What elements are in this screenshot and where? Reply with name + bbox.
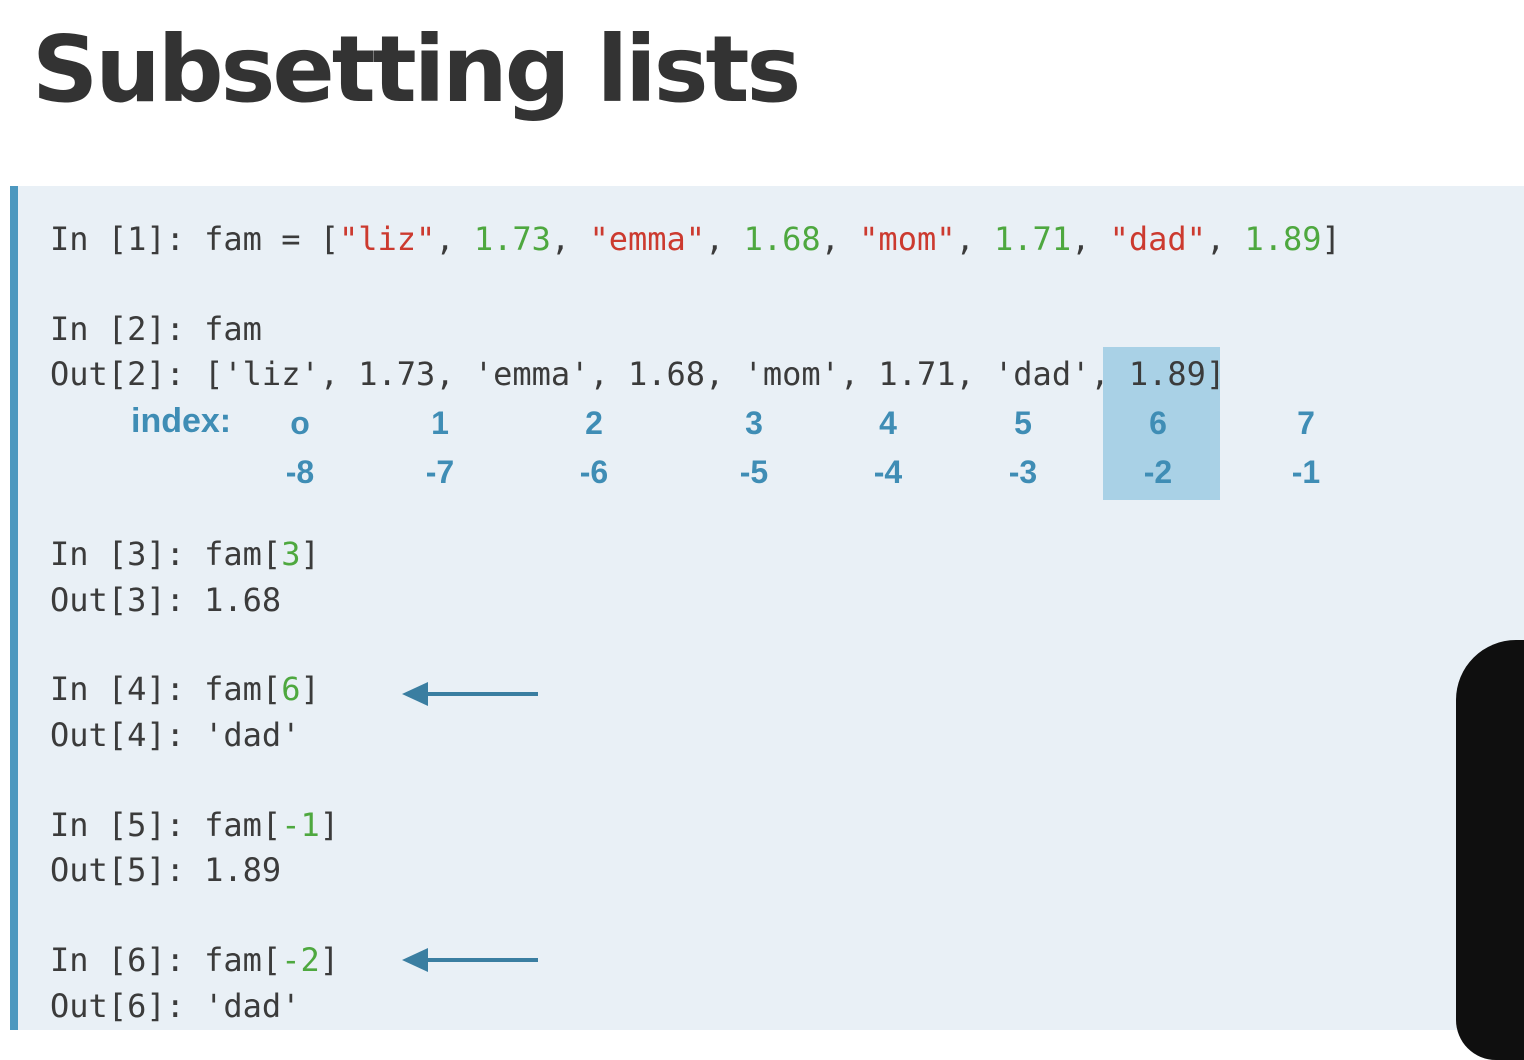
index-label: index: bbox=[131, 402, 232, 440]
code-line-in2: In [2]: fam bbox=[50, 310, 262, 348]
in1-token: , bbox=[705, 220, 744, 258]
in5-close: ] bbox=[319, 806, 339, 844]
in1-token: "liz" bbox=[338, 220, 436, 258]
positive-index-value: 3 bbox=[745, 405, 763, 441]
positive-index-value: o bbox=[290, 405, 310, 441]
in5-prompt: In [5]: fam[ bbox=[50, 806, 282, 844]
code-line-in6: In [6]: fam[-2] bbox=[50, 944, 339, 976]
positive-index-value: 7 bbox=[1297, 405, 1315, 441]
in1-token: 1.89 bbox=[1244, 220, 1322, 258]
in1-token: , bbox=[955, 220, 995, 258]
in3-close: ] bbox=[300, 535, 320, 573]
negative-index-value: -4 bbox=[873, 454, 903, 490]
in4-prompt: In [4]: fam[ bbox=[50, 670, 282, 708]
negative-index-value: -2 bbox=[1143, 454, 1173, 490]
panel-accent-bar bbox=[10, 186, 18, 1030]
in1-token: 1.68 bbox=[743, 220, 821, 258]
code-line-out5: Out[5]: 1.89 bbox=[50, 851, 282, 889]
in1-token: , bbox=[820, 220, 860, 258]
in3-arg: 3 bbox=[281, 535, 301, 573]
in1-prompt: In [1]: bbox=[50, 220, 205, 258]
in4-close: ] bbox=[300, 670, 320, 708]
in1-token: , bbox=[550, 220, 590, 258]
negative-index-value: -1 bbox=[1291, 454, 1321, 490]
in1-token: , bbox=[435, 220, 474, 258]
positive-index-value: 5 bbox=[1014, 405, 1032, 441]
negative-index-value: -8 bbox=[285, 454, 315, 490]
in1-token: , bbox=[1071, 220, 1110, 258]
presenter-silhouette bbox=[1456, 640, 1524, 1060]
positive-index-value: 4 bbox=[879, 405, 897, 441]
in5-arg: -1 bbox=[281, 806, 320, 844]
positive-index-value: 2 bbox=[585, 405, 603, 441]
in3-prompt: In [3]: fam[ bbox=[50, 535, 282, 573]
negative-index-value: -3 bbox=[1008, 454, 1038, 490]
positive-index-value: 6 bbox=[1149, 405, 1167, 441]
negative-index-value: -7 bbox=[425, 454, 455, 490]
positive-index-value: 1 bbox=[431, 405, 449, 441]
in1-token: , bbox=[1205, 220, 1245, 258]
code-line-in1: In [1]: fam = ["liz", 1.73, "emma", 1.68… bbox=[50, 223, 1341, 255]
code-line-out4: Out[4]: 'dad' bbox=[50, 716, 301, 754]
code-line-out3: Out[3]: 1.68 bbox=[50, 581, 282, 619]
in1-token: ] bbox=[1321, 220, 1341, 258]
in1-token: "emma" bbox=[589, 220, 706, 258]
in4-arg: 6 bbox=[281, 670, 301, 708]
code-line-out6: Out[6]: 'dad' bbox=[50, 987, 301, 1025]
in1-token: 1.71 bbox=[994, 220, 1072, 258]
code-line-in4: In [4]: fam[6] bbox=[50, 673, 320, 705]
code-line-in3: In [3]: fam[3] bbox=[50, 538, 320, 570]
in6-close: ] bbox=[319, 941, 339, 979]
code-line-out2: Out[2]: ['liz', 1.73, 'emma', 1.68, 'mom… bbox=[50, 355, 1226, 393]
arrow-left-icon bbox=[402, 948, 538, 972]
in1-token: "mom" bbox=[859, 220, 956, 258]
in1-code: fam = [ bbox=[204, 220, 339, 258]
in6-arg: -2 bbox=[281, 941, 320, 979]
in1-token: "dad" bbox=[1109, 220, 1206, 258]
arrow-left-icon bbox=[402, 682, 538, 706]
negative-index-value: -6 bbox=[579, 454, 609, 490]
negative-index-value: -5 bbox=[739, 454, 769, 490]
slide-title: Subsetting lists bbox=[32, 16, 801, 123]
in6-prompt: In [6]: fam[ bbox=[50, 941, 282, 979]
in1-list-literal: "liz", 1.73, "emma", 1.68, "mom", 1.71, … bbox=[339, 220, 1341, 258]
in1-token: 1.73 bbox=[473, 220, 551, 258]
code-line-in5: In [5]: fam[-1] bbox=[50, 809, 339, 841]
